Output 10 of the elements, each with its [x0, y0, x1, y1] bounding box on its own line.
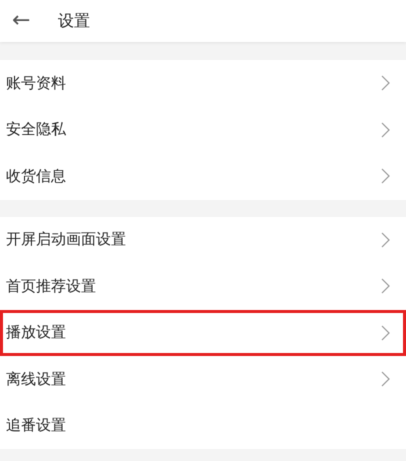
settings-item[interactable]: 开屏启动画面设置: [0, 216, 406, 263]
settings-item[interactable]: 追番设置: [0, 402, 406, 449]
back-button[interactable]: ←: [12, 10, 42, 32]
settings-item[interactable]: 离线设置: [0, 356, 406, 402]
page-title: 设置: [58, 10, 90, 32]
settings-item[interactable]: 播放设置: [0, 310, 406, 356]
settings-item[interactable]: 账号资料: [0, 60, 406, 106]
settings-item[interactable]: 收货信息: [0, 153, 406, 200]
settings-item[interactable]: 安全隐私: [0, 106, 406, 153]
settings-item[interactable]: 首页推荐设置: [0, 263, 406, 310]
